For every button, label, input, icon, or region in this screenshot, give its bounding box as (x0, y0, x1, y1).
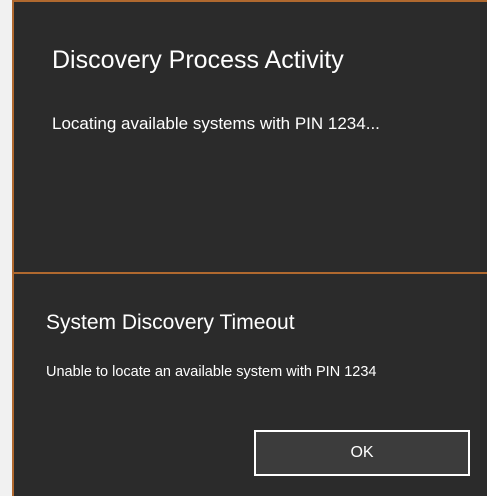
ok-button[interactable]: OK (254, 430, 470, 476)
timeout-dialog-message: Unable to locate an available system wit… (46, 364, 377, 380)
discovery-dialog-message: Locating available systems with PIN 1234… (52, 114, 380, 133)
screen: Discovery Process Activity Locating avai… (0, 0, 487, 496)
ok-button-label: OK (350, 444, 374, 461)
timeout-dialog-title: System Discovery Timeout (46, 311, 295, 334)
discovery-timeout-dialog: System Discovery Timeout Unable to locat… (12, 272, 487, 496)
discovery-dialog-title: Discovery Process Activity (52, 46, 344, 74)
